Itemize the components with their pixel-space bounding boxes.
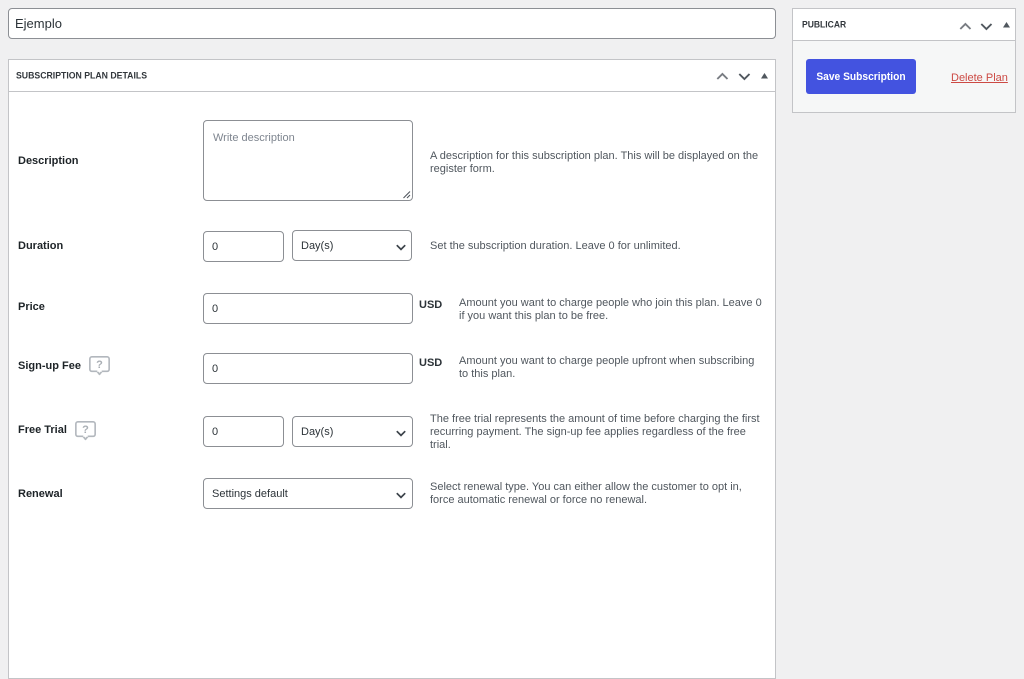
svg-text:?: ? bbox=[82, 424, 89, 436]
svg-text:?: ? bbox=[96, 359, 103, 371]
